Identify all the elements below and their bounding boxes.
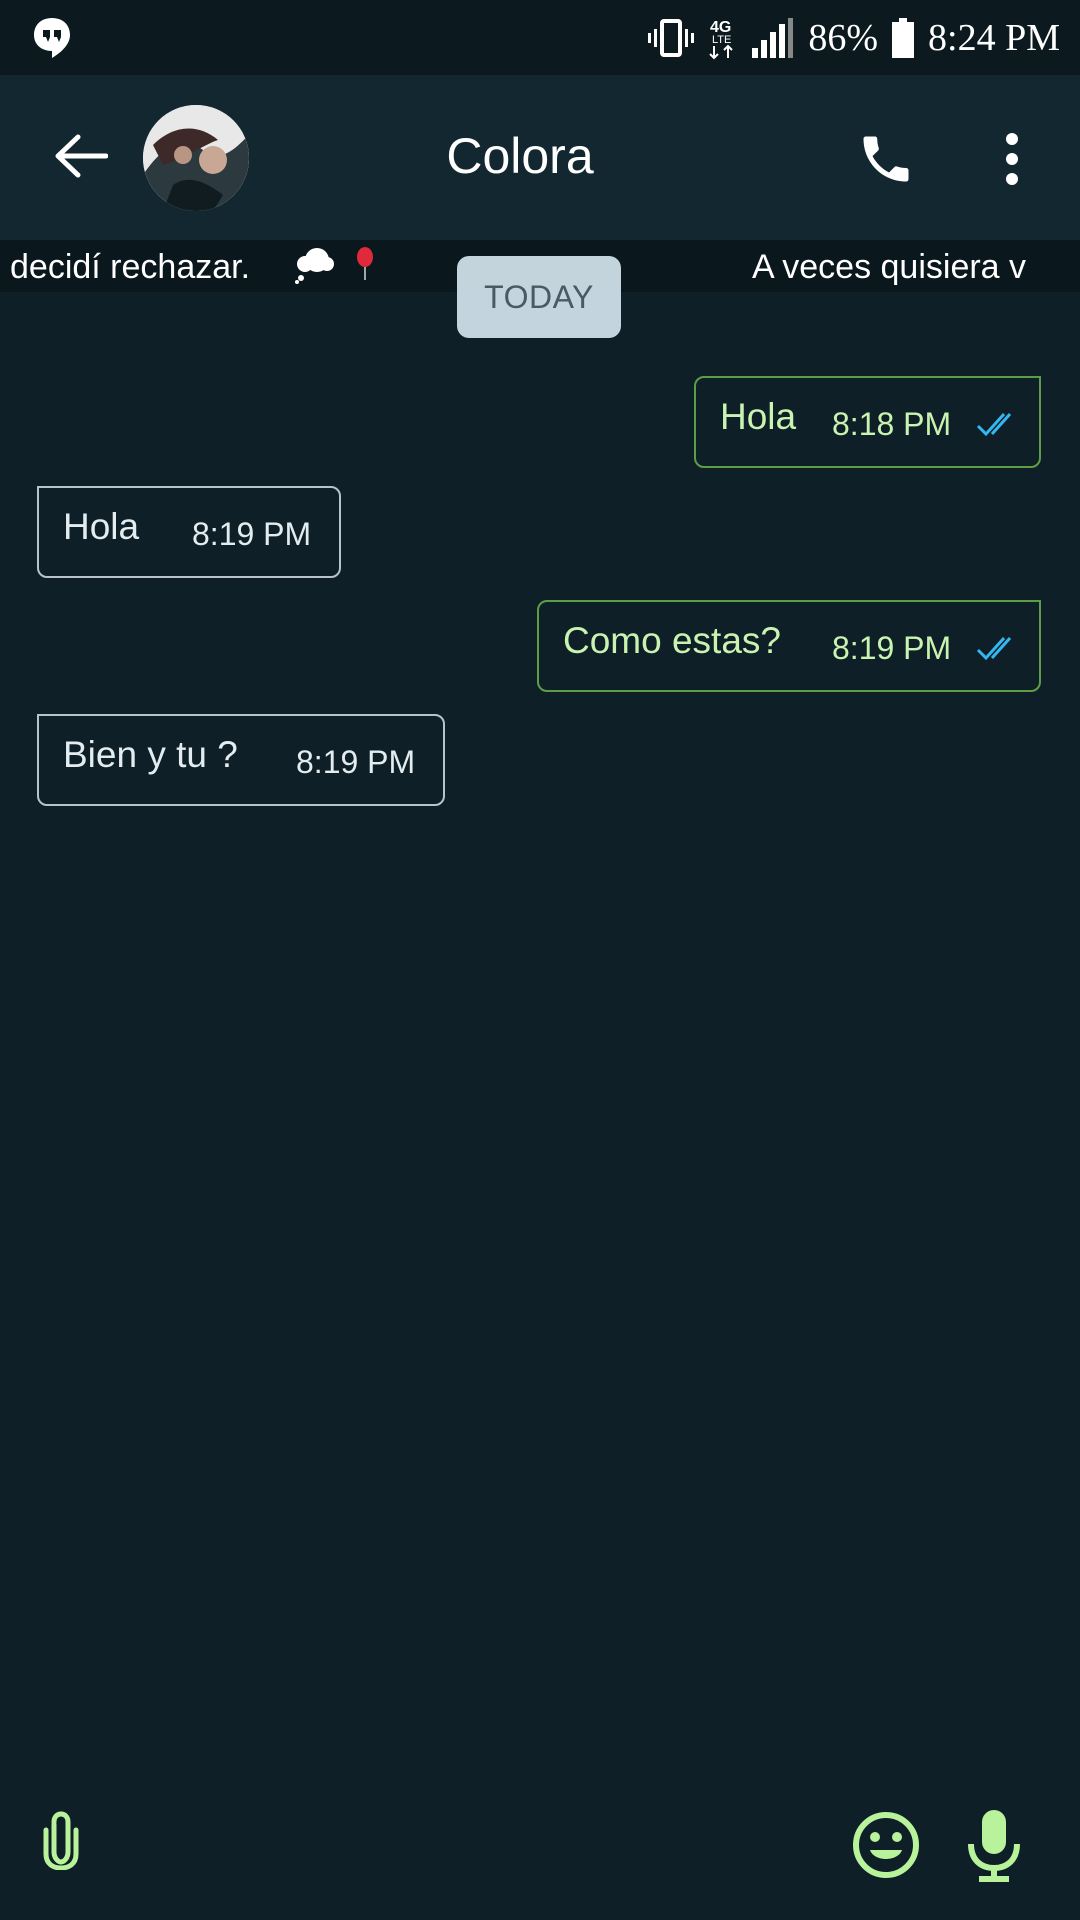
clock: 8:24 PM [928,16,1060,59]
read-receipt-icon [976,634,1022,667]
more-options-button[interactable] [990,123,1034,195]
message-bubble-incoming[interactable]: Bien y tu ? 8:19 PM [37,714,445,806]
smiley-icon [853,1812,919,1878]
message-text: Como estas? [563,620,781,661]
read-receipt-icon [976,410,1022,443]
message-text: Bien y tu ? [63,734,238,775]
contact-avatar[interactable] [143,105,249,211]
battery-percent: 86% [808,16,879,59]
message-bubble-outgoing[interactable]: Hola 8:18 PM [694,376,1041,468]
vibrate-icon [648,17,695,59]
balloon-icon [353,246,377,291]
network-4g-icon: 4G LTE [708,16,736,60]
svg-text:LTE: LTE [712,34,731,46]
emoji-button[interactable] [851,1810,921,1880]
message-bubble-incoming[interactable]: Hola 8:19 PM [37,486,341,578]
message-text: Hola [720,396,797,437]
message-bubble-outgoing[interactable]: Como estas? 8:19 PM [537,600,1041,692]
attach-button[interactable] [36,1810,86,1871]
paperclip-icon [43,1811,79,1871]
message-time: 8:19 PM [192,516,312,552]
microphone-icon [968,1810,1020,1882]
arrow-left-icon [55,134,108,178]
message-time: 8:19 PM [296,744,416,780]
message-time: 8:19 PM [832,630,952,666]
status-bar: 4G LTE 86% 8:24 PM [0,0,1080,75]
chat-toolbar: Colora [0,75,1080,240]
message-text: Hola [63,506,140,547]
hangouts-notification-icon [32,16,72,60]
thought-bubble-icon [295,244,335,292]
phone-icon [863,136,909,182]
voice-message-button[interactable] [965,1808,1023,1884]
more-vert-icon [1006,133,1018,185]
status-text-right: A veces quisiera v [752,248,1027,286]
date-divider: TODAY [457,256,621,338]
contact-name[interactable]: Colora [300,127,740,185]
battery-icon [892,17,915,58]
status-text-left: decidí rechazar. [10,248,251,286]
signal-icon [750,17,794,58]
back-button[interactable] [48,123,114,189]
message-time: 8:18 PM [832,406,952,442]
call-button[interactable] [850,123,922,195]
